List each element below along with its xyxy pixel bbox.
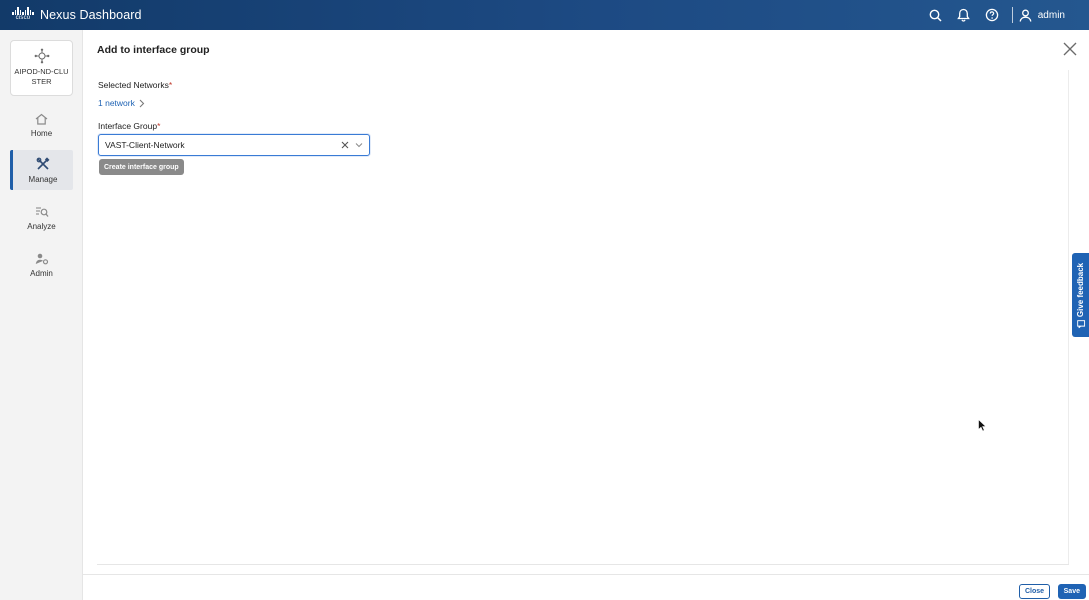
sidebar-item-home[interactable]: Home — [10, 105, 73, 145]
user-menu[interactable]: admin — [1019, 9, 1065, 22]
top-actions: admin — [922, 0, 1065, 30]
tools-icon — [36, 156, 50, 170]
admin-icon — [35, 253, 48, 264]
interface-group-select[interactable]: VAST-Client-Network — [98, 134, 370, 156]
header-divider — [1011, 7, 1013, 23]
feedback-icon — [1076, 319, 1085, 328]
cisco-logo-word: cisco — [15, 15, 31, 21]
interface-group-label: Interface Group* — [98, 121, 160, 131]
sidebar-item-analyze[interactable]: Analyze — [10, 198, 73, 238]
sidebar-item-label: Admin — [30, 268, 53, 278]
selected-networks-link[interactable]: 1 network — [98, 98, 145, 108]
panel-footer: Close Save — [83, 574, 1089, 600]
main-panel: Add to interface group Selected Networks… — [83, 30, 1089, 600]
required-mark: * — [157, 121, 161, 131]
selected-networks-label-text: Selected Networks — [98, 80, 169, 90]
sidebar-item-manage[interactable]: Manage — [10, 150, 73, 190]
top-bar: cisco Nexus Dashboard admin — [0, 0, 1089, 30]
brand[interactable]: cisco Nexus Dashboard — [12, 7, 142, 23]
analyze-icon — [35, 206, 49, 217]
content-divider — [97, 564, 1069, 565]
mouse-cursor-icon — [978, 419, 987, 432]
app-title: Nexus Dashboard — [40, 8, 142, 22]
selected-networks-label: Selected Networks* — [98, 80, 172, 90]
user-icon — [1019, 9, 1032, 22]
give-feedback-label: Give feedback — [1076, 262, 1085, 317]
cluster-name: AIPOD-ND-CLUSTER — [14, 67, 69, 86]
chevron-right-icon — [139, 99, 145, 107]
interface-group-label-text: Interface Group — [98, 121, 158, 131]
give-feedback-tab[interactable]: Give feedback — [1072, 253, 1089, 337]
selected-networks-link-text: 1 network — [98, 98, 135, 108]
home-icon — [35, 113, 48, 125]
save-button[interactable]: Save — [1057, 584, 1086, 599]
close-button[interactable]: Close — [1018, 584, 1050, 599]
chevron-down-icon[interactable] — [352, 138, 366, 152]
left-nav-rail: AIPOD-ND-CLUSTER Home Manage Analyze Adm… — [0, 30, 83, 600]
search-icon[interactable] — [922, 0, 950, 30]
interface-group-value: VAST-Client-Network — [105, 140, 185, 150]
sidebar-item-label: Home — [30, 128, 53, 138]
content-scrollbar[interactable] — [1068, 70, 1069, 564]
bell-icon[interactable] — [950, 0, 978, 30]
required-mark: * — [168, 80, 173, 90]
sidebar-item-label: Analyze — [27, 221, 56, 231]
cluster-selector[interactable]: AIPOD-ND-CLUSTER — [10, 40, 73, 96]
create-interface-group-button[interactable]: Create interface group — [99, 159, 184, 175]
sidebar-item-label: Manage — [28, 174, 58, 184]
page-title: Add to interface group — [97, 44, 210, 56]
help-icon[interactable] — [978, 0, 1006, 30]
user-name: admin — [1037, 9, 1065, 21]
close-icon[interactable] — [1063, 42, 1077, 56]
sidebar-item-admin[interactable]: Admin — [10, 245, 73, 285]
clear-selection-icon[interactable] — [338, 138, 352, 152]
cisco-logo-icon: cisco — [12, 7, 34, 23]
cluster-icon — [34, 48, 49, 64]
